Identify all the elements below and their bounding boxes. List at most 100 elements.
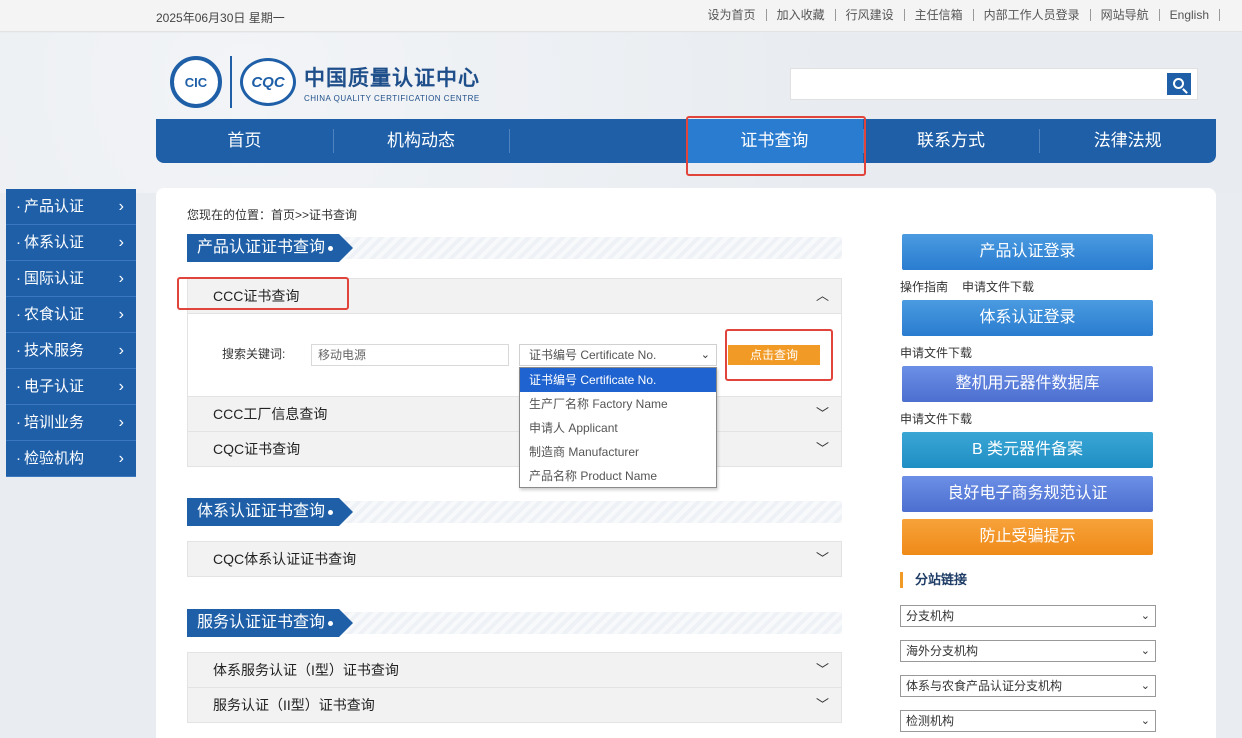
branch-links-title: 分站链接 bbox=[900, 572, 967, 588]
chevron-down-icon: ⌄ bbox=[700, 349, 710, 361]
link-add-favorite[interactable]: 加入收藏 bbox=[767, 9, 836, 21]
section-dot bbox=[328, 510, 333, 515]
option-manufacturer[interactable]: 制造商 Manufacturer bbox=[520, 440, 716, 464]
search-icon bbox=[1172, 77, 1184, 89]
accordion-service-type1[interactable]: 体系服务认证（I型）证书查询 ﹀ bbox=[187, 652, 842, 688]
highlight-box-nav bbox=[686, 116, 866, 176]
branch-select-branches[interactable]: 分支机构 ⌄ bbox=[900, 605, 1156, 627]
branch-select-overseas[interactable]: 海外分支机构 ⌄ bbox=[900, 640, 1156, 662]
sidebar-item-international[interactable]: · 国际认证 › bbox=[6, 261, 136, 297]
logo-divider bbox=[230, 56, 232, 108]
chevron-right-icon: › bbox=[118, 450, 124, 467]
search-button[interactable] bbox=[1167, 73, 1191, 95]
nav-laws[interactable]: 法律法规 bbox=[1039, 119, 1216, 163]
sidebar-item-label: 产品认证 bbox=[24, 198, 85, 215]
sidebar-item-label: 培训业务 bbox=[24, 414, 85, 431]
link-staff-login[interactable]: 内部工作人员登录 bbox=[974, 9, 1091, 21]
bullet: · bbox=[16, 270, 21, 287]
sidebar-item-inspection[interactable]: · 检验机构 › bbox=[6, 441, 136, 477]
section-dot bbox=[328, 246, 333, 251]
sidebar: · 产品认证 › · 体系认证 › · 国际认证 › · 农食认证 › · 技术服务 › · 电子认证… bbox=[6, 189, 136, 477]
keyword-input[interactable]: 移动电源 bbox=[311, 344, 509, 366]
chevron-down-icon: ﹀ bbox=[815, 551, 829, 566]
top-links: 设为首页 加入收藏 行风建设 主任信箱 内部工作人员登录 网站导航 Englis… bbox=[698, 9, 1220, 21]
accordion-service-type2[interactable]: 服务认证（II型）证书查询 ﹀ bbox=[187, 687, 842, 723]
link-download[interactable]: 申请文件下载 bbox=[900, 346, 972, 360]
link-guide[interactable]: 操作指南 bbox=[900, 280, 948, 294]
nav-contact[interactable]: 联系方式 bbox=[862, 119, 1040, 163]
logo-name-cn: 中国质量认证中心 bbox=[304, 66, 480, 90]
cqc-logo-icon: CQC bbox=[240, 58, 296, 106]
select-value: 海外分支机构 bbox=[906, 644, 979, 658]
section-product-cert-header: 产品认证证书查询 bbox=[187, 234, 842, 262]
link-conduct[interactable]: 行风建设 bbox=[836, 9, 905, 21]
sidebar-item-label: 国际认证 bbox=[24, 270, 85, 287]
sidebar-item-agrifood[interactable]: · 农食认证 › bbox=[6, 297, 136, 333]
section-title-text: 服务认证证书查询 bbox=[197, 614, 326, 631]
accordion-cqc-system[interactable]: CQC体系认证证书查询 ﹀ bbox=[187, 541, 842, 577]
highlight-box-query-button bbox=[725, 329, 833, 381]
sidebar-item-label: 农食认证 bbox=[24, 306, 85, 323]
link-download[interactable]: 申请文件下载 bbox=[900, 412, 972, 426]
ecommerce-cert-button[interactable]: 良好电子商务规范认证 bbox=[902, 476, 1153, 512]
select-value: 检测机构 bbox=[906, 714, 955, 728]
top-bar: 2025年06月30日 星期一 设为首页 加入收藏 行风建设 主任信箱 内部工作… bbox=[0, 0, 1242, 32]
accordion-label: 体系服务认证（I型）证书查询 bbox=[213, 662, 399, 678]
chevron-down-icon: ⌄ bbox=[1140, 680, 1150, 692]
section-dot bbox=[328, 621, 333, 626]
section-title: 产品认证证书查询 bbox=[187, 234, 353, 262]
section-system-cert-header: 体系认证证书查询 bbox=[187, 498, 842, 526]
branch-select-system-agrifood[interactable]: 体系与农食产品认证分支机构 ⌄ bbox=[900, 675, 1156, 697]
accordion-ccc-factory[interactable]: CCC工厂信息查询 ﹀ bbox=[187, 396, 842, 432]
accordion-cqc-cert[interactable]: CQC证书查询 ﹀ bbox=[187, 431, 842, 467]
logo-text: 中国质量认证中心 CHINA QUALITY CERTIFICATION CEN… bbox=[304, 62, 480, 103]
link-site-nav[interactable]: 网站导航 bbox=[1091, 9, 1160, 21]
sidebar-item-e-cert[interactable]: · 电子认证 › bbox=[6, 369, 136, 405]
search-type-select[interactable]: 证书编号 Certificate No. ⌄ bbox=[519, 344, 717, 366]
link-director-mailbox[interactable]: 主任信箱 bbox=[905, 9, 974, 21]
section-service-cert-header: 服务认证证书查询 bbox=[187, 609, 842, 637]
link-set-homepage[interactable]: 设为首页 bbox=[698, 9, 767, 21]
nav-news[interactable]: 机构动态 bbox=[332, 119, 510, 163]
class-b-component-button[interactable]: B 类元器件备案 bbox=[902, 432, 1153, 468]
chevron-down-icon: ⌄ bbox=[1140, 645, 1150, 657]
product-cert-login-button[interactable]: 产品认证登录 bbox=[902, 234, 1153, 270]
link-english[interactable]: English bbox=[1160, 9, 1220, 21]
link-download[interactable]: 申请文件下载 bbox=[962, 280, 1034, 294]
site-search-input[interactable] bbox=[790, 68, 1198, 100]
sidebar-item-training[interactable]: · 培训业务 › bbox=[6, 405, 136, 441]
chevron-down-icon: ﹀ bbox=[815, 662, 829, 677]
bullet: · bbox=[16, 378, 21, 395]
chevron-down-icon: ﹀ bbox=[815, 697, 829, 712]
chevron-right-icon: › bbox=[118, 198, 124, 215]
system-cert-links: 申请文件下载 bbox=[900, 344, 972, 361]
section-title-text: 体系认证证书查询 bbox=[197, 503, 326, 520]
sidebar-item-system-cert[interactable]: · 体系认证 › bbox=[6, 225, 136, 261]
chevron-right-icon: › bbox=[118, 306, 124, 323]
chevron-down-icon: ﹀ bbox=[815, 441, 829, 456]
site-logo[interactable]: CIC CQC 中国质量认证中心 CHINA QUALITY CERTIFICA… bbox=[170, 56, 480, 108]
sidebar-item-product-cert[interactable]: · 产品认证 › bbox=[6, 189, 136, 225]
chevron-down-icon: ⌄ bbox=[1140, 610, 1150, 622]
fraud-warning-button[interactable]: 防止受骗提示 bbox=[902, 519, 1153, 555]
sidebar-item-label: 技术服务 bbox=[24, 342, 85, 359]
option-applicant[interactable]: 申请人 Applicant bbox=[520, 416, 716, 440]
branch-select-testing[interactable]: 检测机构 ⌄ bbox=[900, 710, 1156, 732]
cic-logo-icon: CIC bbox=[170, 56, 222, 108]
section-title: 服务认证证书查询 bbox=[187, 609, 353, 637]
logo-name-en: CHINA QUALITY CERTIFICATION CENTRE bbox=[304, 93, 480, 103]
nav-blurred-item[interactable] bbox=[509, 119, 686, 163]
select-value: 体系与农食产品认证分支机构 bbox=[906, 679, 1063, 693]
chevron-up-icon: ︿ bbox=[815, 288, 829, 303]
nav-home[interactable]: 首页 bbox=[156, 119, 333, 163]
bullet: · bbox=[16, 198, 21, 215]
sidebar-item-label: 电子认证 bbox=[24, 378, 85, 395]
option-factory-name[interactable]: 生产厂名称 Factory Name bbox=[520, 392, 716, 416]
sidebar-item-tech-service[interactable]: · 技术服务 › bbox=[6, 333, 136, 369]
chevron-right-icon: › bbox=[118, 342, 124, 359]
option-certificate-no[interactable]: 证书编号 Certificate No. bbox=[520, 368, 716, 392]
component-database-button[interactable]: 整机用元器件数据库 bbox=[902, 366, 1153, 402]
system-cert-login-button[interactable]: 体系认证登录 bbox=[902, 300, 1153, 336]
chevron-right-icon: › bbox=[118, 414, 124, 431]
option-product-name[interactable]: 产品名称 Product Name bbox=[520, 464, 716, 488]
